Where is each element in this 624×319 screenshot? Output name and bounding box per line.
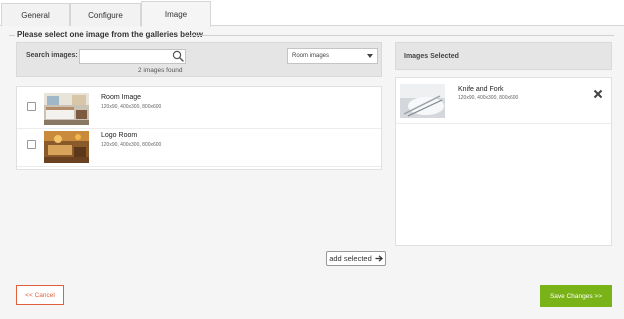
item-title: Room Image bbox=[101, 94, 142, 101]
selected-item: Knife and Fork 120x90, 400x300, 800x600 bbox=[396, 80, 611, 124]
room-image-thumbnail bbox=[44, 93, 89, 125]
chevron-down-icon bbox=[367, 54, 373, 58]
selected-item-title: Knife and Fork bbox=[458, 86, 504, 93]
add-selected-button[interactable]: add selected bbox=[326, 251, 386, 266]
selected-images-panel: Knife and Fork 120x90, 400x300, 800x600 bbox=[395, 77, 612, 246]
select-checkbox[interactable] bbox=[27, 102, 36, 111]
close-icon[interactable] bbox=[593, 89, 603, 99]
save-changes-button[interactable]: Save Changes >> bbox=[540, 285, 612, 307]
section-divider bbox=[186, 35, 614, 36]
tab-configure[interactable]: Configure bbox=[70, 3, 141, 26]
knife-and-fork-thumbnail bbox=[400, 84, 445, 118]
tab-bar: General Configure Image bbox=[0, 0, 624, 27]
list-item: Room Image 120x90, 400x300, 800x600 bbox=[17, 91, 381, 129]
item-sizes: 120x90, 400x300, 800x600 bbox=[101, 104, 162, 110]
gallery-select-value: Room images bbox=[292, 53, 330, 59]
section-heading: Please select one image from the galleri… bbox=[17, 30, 203, 39]
search-input[interactable] bbox=[79, 49, 186, 64]
tab-general[interactable]: General bbox=[1, 3, 70, 26]
results-list: Room Image 120x90, 400x300, 800x600 Logo… bbox=[16, 86, 382, 170]
selected-item-sizes: 120x90, 400x300, 800x600 bbox=[458, 95, 519, 101]
gallery-select[interactable]: Room images bbox=[287, 48, 378, 64]
item-title: Logo Room bbox=[101, 132, 138, 139]
list-item: Logo Room 120x90, 400x300, 800x600 bbox=[17, 129, 381, 167]
cancel-button[interactable]: << Cancel bbox=[16, 285, 64, 305]
add-selected-label: add selected bbox=[329, 254, 372, 263]
results-count: 2 images found bbox=[138, 67, 183, 74]
item-sizes: 120x90, 400x300, 800x600 bbox=[101, 142, 162, 148]
select-checkbox[interactable] bbox=[27, 140, 36, 149]
search-label: Search images: bbox=[26, 52, 78, 59]
tab-image[interactable]: Image bbox=[141, 1, 211, 27]
search-icon[interactable] bbox=[172, 50, 184, 62]
arrow-right-icon bbox=[375, 255, 383, 262]
section-divider-left bbox=[9, 35, 15, 36]
selected-images-header: Images Selected bbox=[395, 42, 612, 70]
search-panel: Search images: 2 images found Room image… bbox=[16, 42, 382, 77]
logo-room-thumbnail bbox=[44, 131, 89, 163]
